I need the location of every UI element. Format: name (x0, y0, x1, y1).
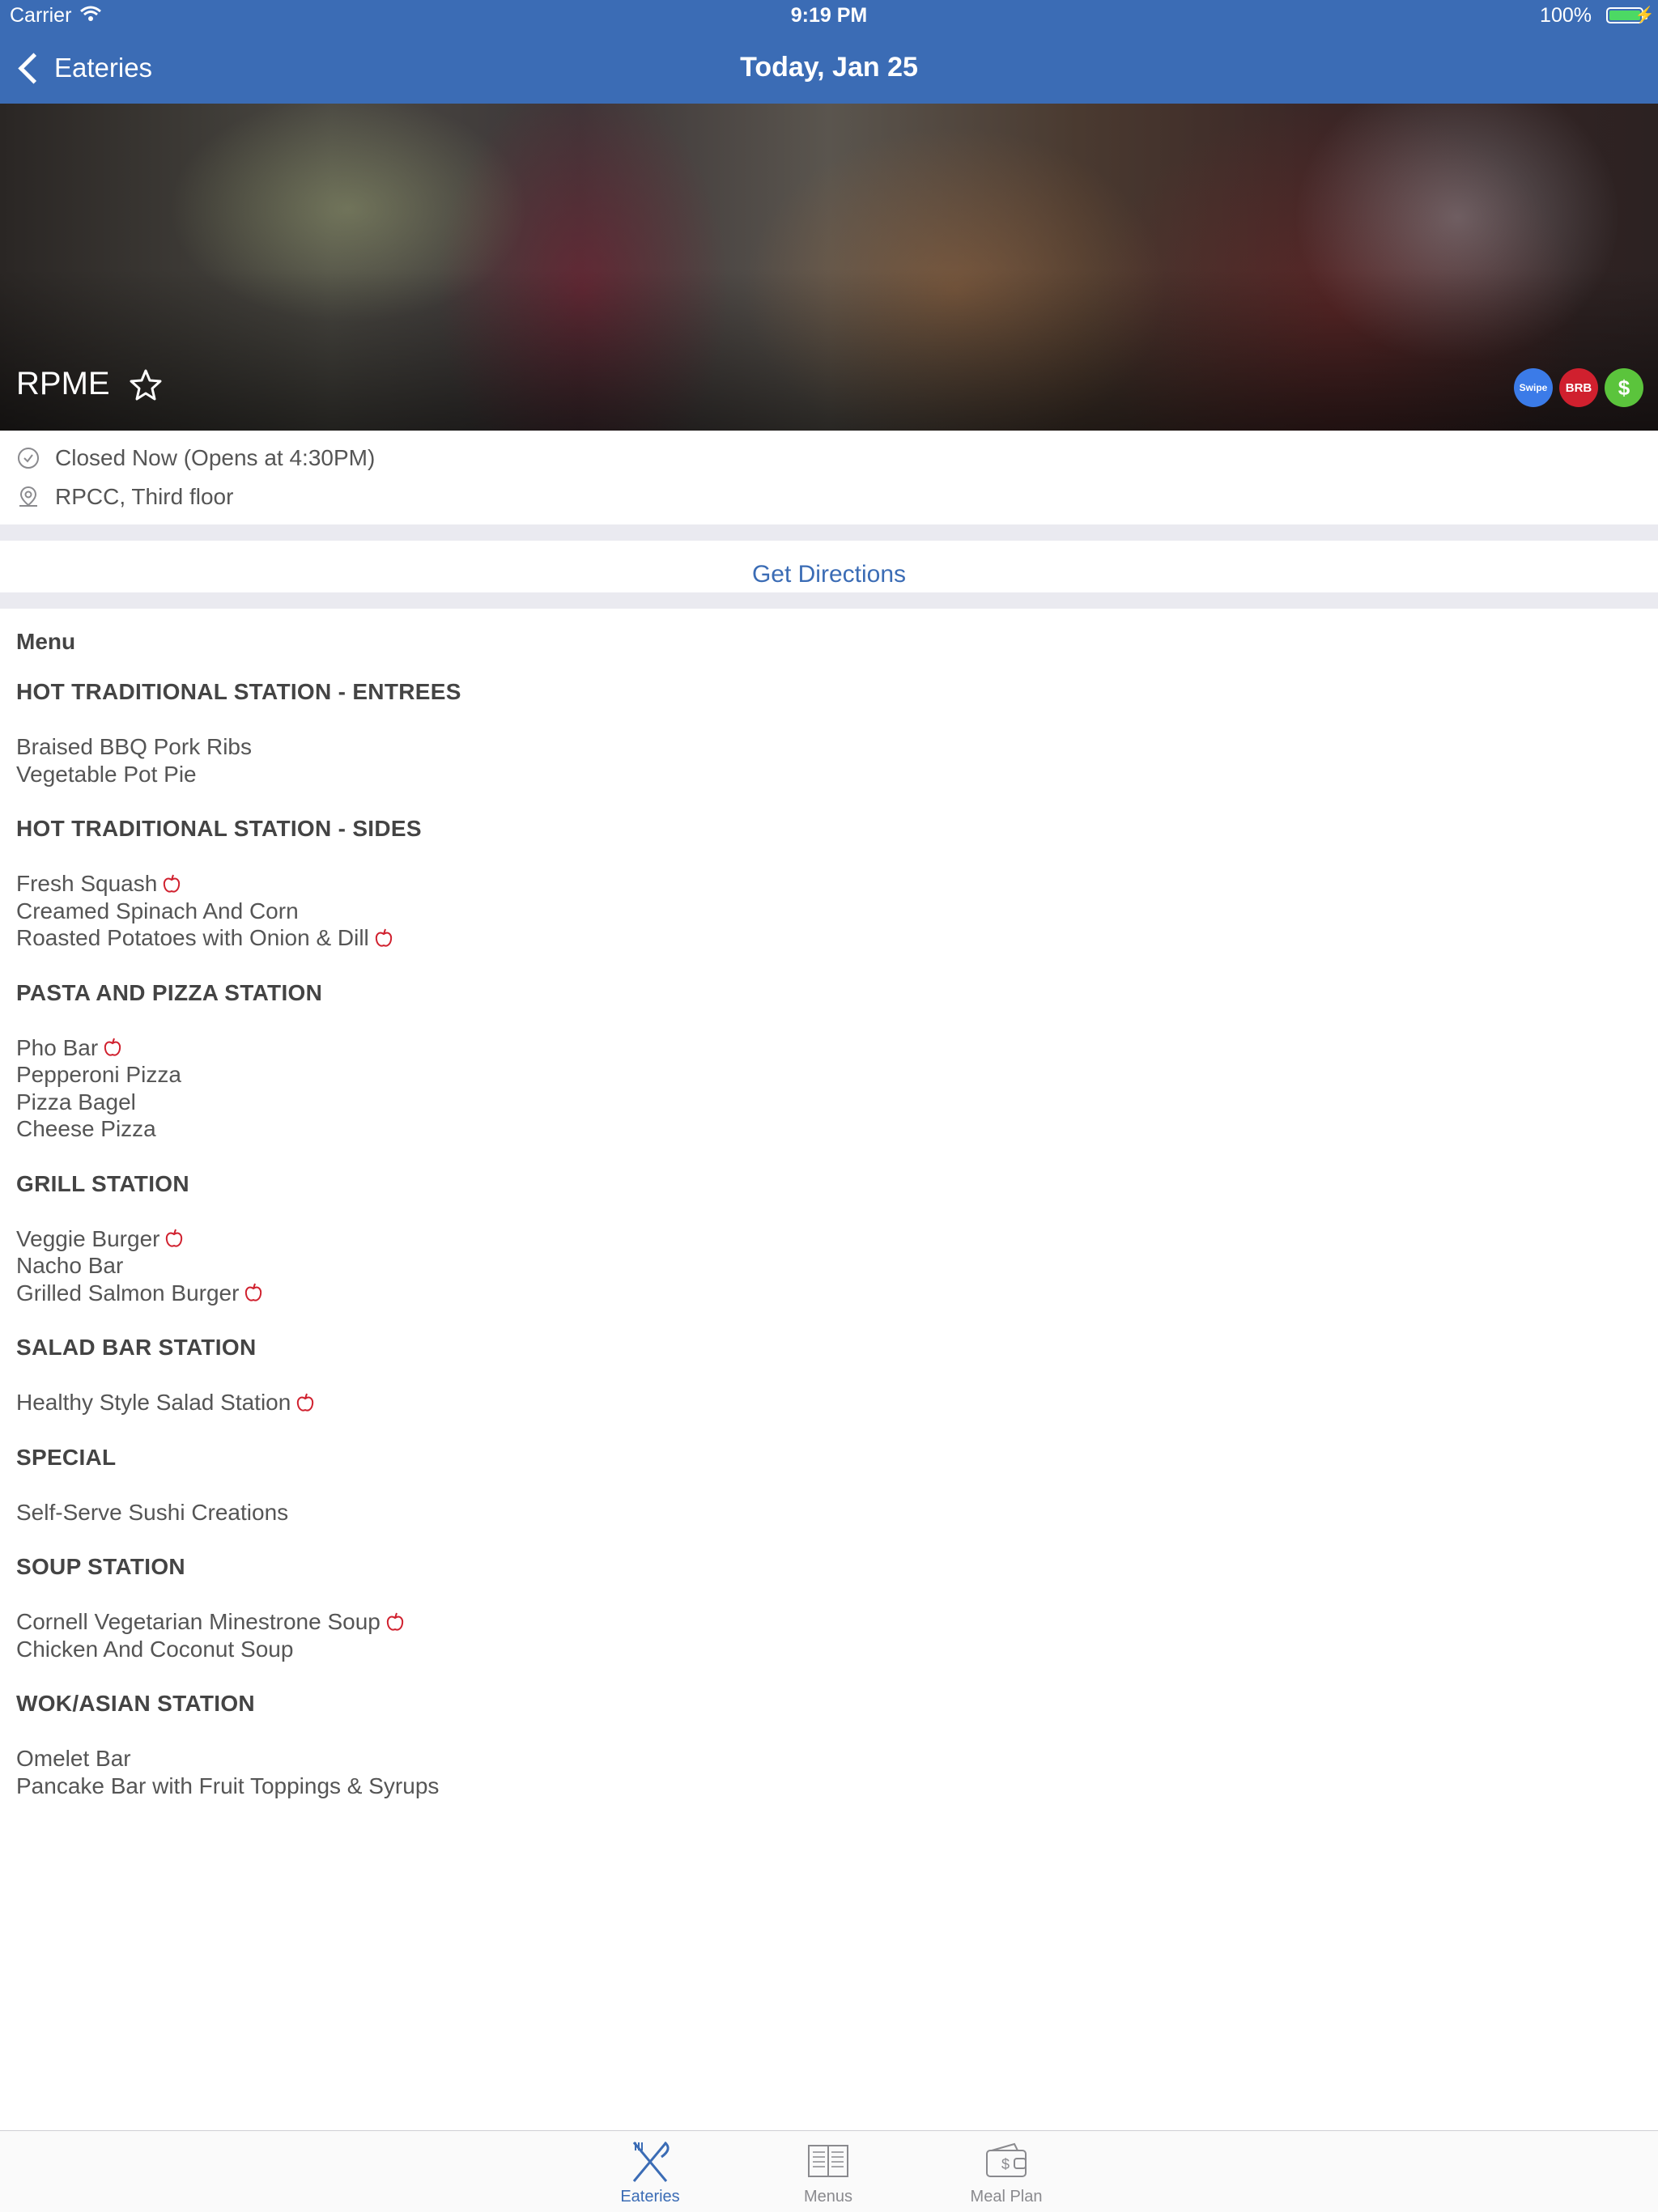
station-heading: WOK/ASIAN STATION (16, 1691, 255, 1716)
menu-item: Cornell Vegetarian Minestrone Soup (16, 1608, 1554, 1636)
menu-item-name: Omelet Bar (16, 1746, 131, 1771)
svg-text:$: $ (1001, 2156, 1010, 2172)
battery-percent: 100% (1540, 4, 1592, 27)
menu-item: Self-Serve Sushi Creations (16, 1499, 1554, 1526)
menu-item-name: Pho Bar (16, 1034, 99, 1060)
status-time: 9:19 PM (790, 4, 868, 27)
tab-label: Meal Plan (970, 2188, 1043, 2206)
charging-icon: ⚡ (1635, 6, 1655, 24)
station-items: Self-Serve Sushi Creations (16, 1499, 1554, 1526)
location-text: RPCC, Third floor (55, 484, 234, 509)
menu-item-name: Nacho Bar (16, 1253, 124, 1278)
menu-item-name: Pancake Bar with Fruit Toppings & Syrups (16, 1773, 440, 1798)
menu-item-name: Roasted Potatoes with Onion & Dill (16, 925, 369, 950)
station-heading: HOT TRADITIONAL STATION - SIDES (16, 816, 422, 841)
menu-item: Pizza Bagel (16, 1089, 1554, 1116)
menu-item-name: Self-Serve Sushi Creations (16, 1499, 289, 1525)
menu-item-name: Chicken And Coconut Soup (16, 1636, 294, 1662)
tab-label: Menus (803, 2188, 853, 2206)
wallet-icon: $ (986, 2142, 1027, 2177)
nav-bar: Eateries Today, Jan 25 (0, 32, 1658, 104)
healthy-apple-icon (166, 1229, 183, 1247)
menu-item: Pancake Bar with Fruit Toppings & Syrups (16, 1773, 1554, 1800)
menu-item-name: Braised BBQ Pork Ribs (16, 734, 252, 759)
section-divider (0, 592, 1658, 609)
status-bar: Carrier 9:19 PM 100% ⚡ (0, 0, 1658, 32)
station-items: Healthy Style Salad Station (16, 1389, 1554, 1416)
menu-item: Omelet Bar (16, 1745, 1554, 1773)
menu-item: Roasted Potatoes with Onion & Dill (16, 924, 1554, 952)
menu-item: Chicken And Coconut Soup (16, 1636, 1554, 1663)
menu-title: Menu (16, 629, 76, 654)
eatery-hero-image: RPME Swipe BRB $ (0, 104, 1658, 431)
station-items: Omelet Bar Pancake Bar with Fruit Topping… (16, 1745, 1554, 1799)
menu-book-icon (808, 2145, 848, 2177)
menu-item-name: Pizza Bagel (16, 1089, 136, 1114)
menu-item: Pepperoni Pizza (16, 1061, 1554, 1089)
tab-bar: Eateries Menus $ Meal Plan (0, 2130, 1658, 2212)
tab-label: Eateries (620, 2188, 680, 2206)
station-heading: SOUP STATION (16, 1554, 185, 1579)
menu-item-name: Cheese Pizza (16, 1116, 156, 1141)
menu-item: Grilled Salmon Burger (16, 1280, 1554, 1307)
hours-row: Closed Now (Opens at 4:30PM) (0, 439, 1658, 478)
menu-item: Pho Bar (16, 1034, 1554, 1062)
clock-icon (18, 448, 39, 469)
tab-eateries[interactable]: Eateries (589, 2131, 711, 2212)
favorite-star-icon[interactable] (128, 367, 164, 403)
menu-item: Cheese Pizza (16, 1115, 1554, 1143)
menu-item: Fresh Squash (16, 870, 1554, 898)
healthy-apple-icon (297, 1393, 314, 1412)
location-pin-icon (19, 486, 37, 507)
brb-badge: BRB (1559, 368, 1598, 407)
menu-item-name: Grilled Salmon Burger (16, 1280, 240, 1306)
station-heading: GRILL STATION (16, 1170, 189, 1196)
station-items: Fresh Squash Creamed Spinach And Corn Roas… (16, 870, 1554, 952)
payment-badges: Swipe BRB $ (1514, 368, 1643, 407)
station-heading: SPECIAL (16, 1444, 117, 1470)
healthy-apple-icon (386, 1612, 403, 1631)
menu-item: Vegetable Pot Pie (16, 761, 1554, 788)
section-divider (0, 524, 1658, 541)
station-items: Veggie Burger Nacho Bar Grilled Salmon Bur… (16, 1225, 1554, 1307)
menu-item-name: Cornell Vegetarian Minestrone Soup (16, 1609, 380, 1634)
menu-item: Braised BBQ Pork Ribs (16, 733, 1554, 761)
station-items: Pho Bar Pepperoni Pizza Pizza Bagel Cheese … (16, 1034, 1554, 1143)
station-items: Braised BBQ Pork Ribs Vegetable Pot Pie (16, 733, 1554, 788)
menu-item: Veggie Burger (16, 1225, 1554, 1253)
menu-item: Healthy Style Salad Station (16, 1389, 1554, 1416)
healthy-apple-icon (104, 1038, 121, 1056)
menu-item: Creamed Spinach And Corn (16, 898, 1554, 925)
station-heading: PASTA AND PIZZA STATION (16, 979, 323, 1005)
menu-item-name: Vegetable Pot Pie (16, 761, 197, 787)
swipe-badge: Swipe (1514, 368, 1553, 407)
healthy-apple-icon (245, 1283, 262, 1301)
tab-meal-plan[interactable]: $ Meal Plan (946, 2131, 1067, 2212)
healthy-apple-icon (375, 928, 392, 947)
page-title: Today, Jan 25 (740, 52, 918, 83)
menu-item-name: Fresh Squash (16, 871, 158, 896)
cash-badge: $ (1605, 368, 1643, 407)
navigation-header: Carrier 9:19 PM 100% ⚡ Eateries Today, J… (0, 0, 1658, 104)
station-heading: SALAD BAR STATION (16, 1335, 257, 1360)
hours-status: Closed Now (Opens at 4:30PM) (55, 445, 376, 470)
tab-menus[interactable]: Menus (767, 2131, 889, 2212)
fork-knife-icon (632, 2141, 670, 2182)
menu-item: Nacho Bar (16, 1252, 1554, 1280)
menu-item-name: Pepperoni Pizza (16, 1062, 181, 1087)
healthy-apple-icon (164, 874, 181, 893)
station-items: Cornell Vegetarian Minestrone Soup Chicke… (16, 1608, 1554, 1662)
menu-item-name: Creamed Spinach And Corn (16, 898, 299, 923)
station-heading: HOT TRADITIONAL STATION - ENTREES (16, 679, 461, 704)
menu-item-name: Veggie Burger (16, 1225, 160, 1251)
menu-section: Menu HOT TRADITIONAL STATION - ENTREES Br… (16, 614, 1554, 1827)
location-row: RPCC, Third floor (0, 478, 1658, 516)
eatery-name: RPME (16, 366, 110, 401)
menu-item-name: Healthy Style Salad Station (16, 1390, 291, 1415)
